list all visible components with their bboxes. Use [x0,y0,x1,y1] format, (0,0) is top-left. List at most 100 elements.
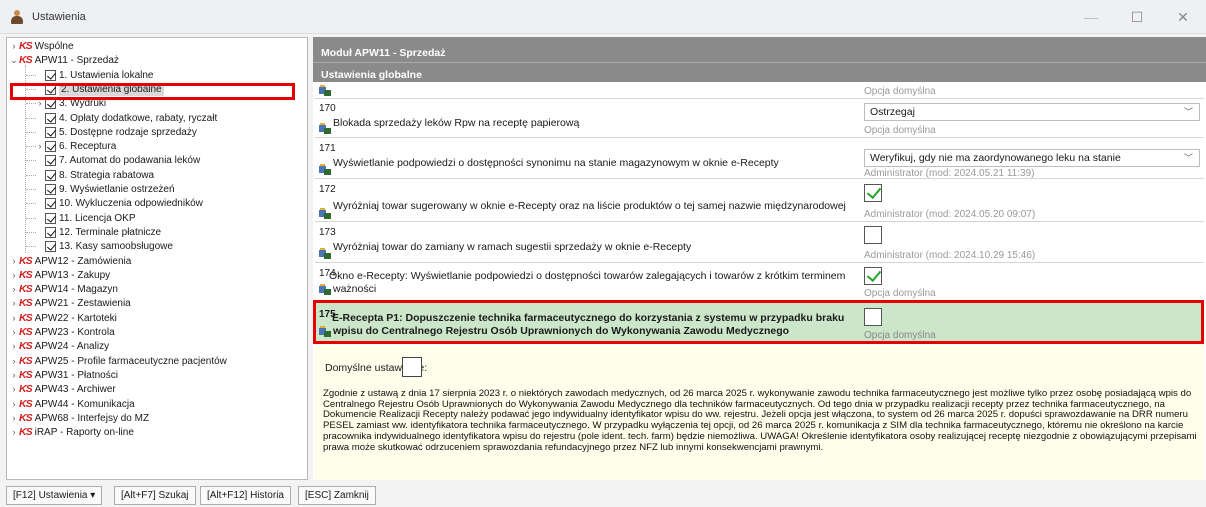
tree-item-label: APW12 - Zamówienia [34,255,132,267]
setting-checkbox[interactable] [864,184,882,202]
tree-item[interactable]: 4. Opłaty dodatkowe, rabaty, ryczałt [26,112,218,125]
tree-item[interactable]: 8. Strategia rabatowa [26,169,155,182]
default-setting-checkbox [402,357,422,377]
tree-item-label: 10. Wykluczenia odpowiedników [59,198,203,210]
ks-logo-icon: KS [19,297,33,310]
tree-item[interactable]: › KS APW12 - Zamówienia [9,255,132,268]
search-button[interactable]: [Alt+F7] Szukaj [114,486,196,505]
ks-logo-icon: KS [19,426,33,439]
tree-item[interactable]: › KS iRAP - Raporty on-line [9,426,134,439]
close-dialog-button[interactable]: [ESC] Zamknij [298,486,376,505]
setting-row-174[interactable]: 174 Okno e-Recepty: Wyświetlanie podpowi… [315,264,1204,302]
setting-dropdown[interactable]: Weryfikuj, gdy nie ma zaordynowanego lek… [864,149,1200,167]
user-icon [10,9,24,24]
setting-status: Opcja domyślna [864,288,936,299]
chevron-right-icon[interactable]: › [9,40,19,53]
setting-dropdown[interactable]: Ostrzegaj ﹀ [864,103,1200,121]
setting-row-172[interactable]: 172 Wyróżniaj towar sugerowany w oknie e… [315,180,1204,222]
chevron-right-icon[interactable]: › [9,426,19,439]
check-icon [45,126,56,138]
tree-item[interactable]: 12. Terminale płatnicze [26,226,161,239]
highlight-frame-tree [10,83,295,100]
setting-description: Zgodnie z ustawą z dnia 17 sierpnia 2023… [323,388,1197,453]
chevron-right-icon[interactable]: › [9,326,19,339]
tree-item-label: APW11 - Sprzedaż [34,55,119,67]
tree-item[interactable]: 9. Wyświetlanie ostrzeżeń [26,183,175,196]
module-title: Moduł APW11 - Sprzedaż [321,47,446,59]
panel-header: Moduł APW11 - Sprzedaż Ustawienia global… [313,37,1206,82]
setting-number: 173 [319,227,336,238]
tree-item[interactable]: › KS Wspólne [9,40,74,53]
chevron-right-icon[interactable]: › [9,312,19,325]
check-icon [45,155,56,167]
tree-item[interactable]: › KS APW23 - Kontrola [9,326,115,339]
setting-label: Wyróżniaj towar sugerowany w oknie e-Rec… [333,200,846,212]
setting-icon [319,208,331,219]
tree-item[interactable]: 1. Ustawienia lokalne [26,69,154,82]
tree-item-label: APW68 - Interfejsy do MZ [34,412,150,424]
setting-checkbox[interactable] [864,226,882,244]
tree-item[interactable]: 13. Kasy samoobsługowe [26,240,173,253]
setting-row-partial[interactable]: Opcja domyślna [315,82,1204,99]
tree-item[interactable]: › KS APW44 - Komunikacja [9,398,135,411]
settings-tree[interactable]: › KS Wspólne ⌄ KS APW11 - Sprzedaż 1. Ustawien… [6,37,308,480]
settings-menu-button[interactable]: [F12] Ustawienia ▾ [6,486,103,505]
tree-item-label: APW25 - Profile farmaceutyczne pacjentów [34,355,227,367]
ks-logo-icon: KS [19,40,33,52]
tree-item-label: 5. Dostępne rodzaje sprzedaży [59,126,197,138]
setting-label: Blokada sprzedaży leków Rpw na receptę p… [333,117,580,129]
tree-item-label: APW13 - Zakupy [34,269,111,281]
tree-item[interactable]: › KS APW13 - Zakupy [9,269,111,282]
setting-row-170[interactable]: 170 Blokada sprzedaży leków Rpw na recep… [315,100,1204,138]
setting-status: Opcja domyślna [864,125,936,136]
chevron-right-icon[interactable]: › [9,383,19,396]
tree-item[interactable]: 11. Licencja OKP [26,212,136,225]
maximize-button[interactable]: ☐ [1114,0,1160,34]
chevron-right-icon[interactable]: › [35,140,45,153]
tree-item-label: APW31 - Płatności [34,369,118,381]
chevron-right-icon[interactable]: › [9,283,19,296]
tree-item[interactable]: 10. Wykluczenia odpowiedników [26,197,203,210]
section-title: Ustawienia globalne [321,69,422,81]
chevron-down-icon: ﹀ [1183,153,1193,163]
setting-row-171[interactable]: 171 Wyświetlanie podpowiedzi o dostępnoś… [315,139,1204,179]
history-button[interactable]: [Alt+F12] Historia [200,486,291,505]
tree-item[interactable]: › KS APW24 - Analizy [9,340,110,353]
setting-icon [319,123,331,134]
tree-item[interactable]: 7. Automat do podawania leków [26,154,200,167]
chevron-right-icon[interactable]: › [9,369,19,382]
tree-item[interactable]: › KS APW22 - Kartoteki [9,312,117,325]
tree-item[interactable]: › KS APW25 - Profile farmaceutyczne pacjen… [9,355,227,368]
close-button[interactable]: ✕ [1160,0,1206,34]
tree-item-label: 8. Strategia rabatowa [59,169,155,181]
tree-item[interactable]: › KS APW43 - Archiwer [9,383,116,396]
chevron-down-icon[interactable]: ⌄ [9,54,19,67]
chevron-right-icon[interactable]: › [9,355,19,368]
ks-logo-icon: KS [19,383,33,396]
tree-item[interactable]: › KS APW31 - Płatności [9,369,118,382]
chevron-right-icon[interactable]: › [9,269,19,282]
tree-item[interactable]: › KS APW68 - Interfejsy do MZ [9,412,150,425]
tree-item[interactable]: › 6. Receptura [26,140,117,153]
tree-item[interactable]: › KS APW14 - Magazyn [9,283,118,296]
chevron-right-icon[interactable]: › [9,398,19,411]
setting-checkbox[interactable] [864,267,882,285]
setting-number: 172 [319,184,336,195]
check-icon [45,169,56,181]
tree-item[interactable]: 5. Dostępne rodzaje sprzedaży [26,126,197,139]
check-icon [45,69,56,81]
chevron-right-icon[interactable]: › [9,297,19,310]
tree-item-label: APW24 - Analizy [34,341,110,353]
setting-row-173[interactable]: 173 Wyróżniaj towar do zamiany w ramach … [315,223,1204,263]
minimize-button[interactable]: — [1068,0,1114,34]
chevron-right-icon[interactable]: › [9,412,19,425]
setting-label: Wyróżniaj towar do zamiany w ramach suge… [333,241,692,253]
chevron-right-icon[interactable]: › [9,340,19,353]
tree-item[interactable]: › KS APW21 - Zestawienia [9,297,131,310]
tree-item-label: 11. Licencja OKP [59,212,136,224]
tree-item-label: 6. Receptura [59,141,117,153]
tree-item-label: 4. Opłaty dodatkowe, rabaty, ryczałt [59,112,218,124]
settings-panel: Moduł APW11 - Sprzedaż Ustawienia global… [313,37,1206,480]
setting-number: 170 [319,103,336,114]
chevron-right-icon[interactable]: › [9,255,19,268]
